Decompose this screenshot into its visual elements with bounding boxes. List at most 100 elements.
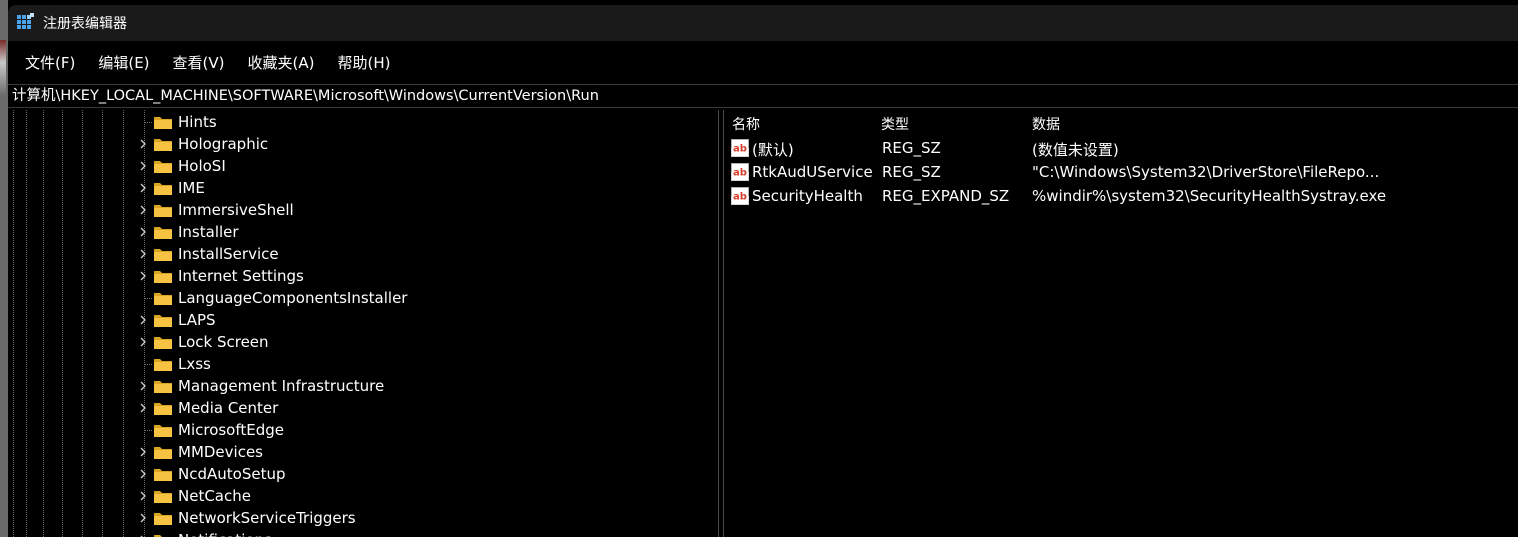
tree-item-label: MMDevices [178, 443, 263, 461]
folder-icon [153, 136, 173, 152]
string-value-icon: ab [731, 187, 749, 205]
svg-text:ab: ab [733, 144, 747, 155]
folder-icon [153, 444, 173, 460]
svg-text:ab: ab [733, 168, 747, 179]
tree-item-label: Notifications [178, 529, 272, 537]
chevron-right-icon[interactable] [138, 155, 148, 177]
folder-icon [153, 510, 173, 526]
key-tree-pane[interactable]: Hints Holographic HoloSI IME ImmersiveShell I… [8, 110, 718, 537]
tree-item-label: NetworkServiceTriggers [178, 509, 356, 527]
tree-item[interactable]: NcdAutoSetup [8, 463, 708, 485]
value-row[interactable]: ab SecurityHealth REG_EXPAND_SZ %windir%\sy… [724, 185, 1518, 209]
value-type: REG_SZ [882, 139, 941, 157]
value-row[interactable]: ab (默认) REG_SZ (数值未设置) [724, 137, 1518, 161]
menu-favorites[interactable]: 收藏夹(A) [242, 48, 321, 77]
chevron-right-icon[interactable] [138, 243, 148, 265]
folder-icon [153, 466, 173, 482]
desktop-edge [0, 0, 8, 537]
tree-item[interactable]: Notifications [8, 529, 708, 537]
value-data: %windir%\system32\SecurityHealthSystray.… [1032, 187, 1387, 205]
value-type: REG_SZ [882, 163, 941, 181]
folder-icon [153, 334, 173, 350]
string-value-icon: ab [731, 139, 749, 157]
value-name: (默认) [752, 141, 794, 159]
menu-view[interactable]: 查看(V) [167, 48, 231, 77]
folder-icon [153, 180, 173, 196]
folder-icon [153, 246, 173, 262]
chevron-right-icon[interactable] [138, 265, 148, 287]
folder-icon [153, 422, 173, 438]
folder-icon [153, 268, 173, 284]
column-header-data[interactable]: 数据 [1032, 114, 1060, 134]
folder-icon [153, 488, 173, 504]
value-name: RtkAudUService [752, 163, 873, 181]
value-data: (数值未设置) [1032, 141, 1119, 159]
chevron-right-icon[interactable] [138, 507, 148, 529]
tree-item[interactable]: Hints [8, 111, 708, 133]
tree-item[interactable]: LanguageComponentsInstaller [8, 287, 708, 309]
folder-icon [153, 532, 173, 537]
menu-help[interactable]: 帮助(H) [331, 48, 396, 77]
column-header-name[interactable]: 名称 [732, 114, 760, 134]
svg-text:ab: ab [733, 192, 747, 203]
tree-item[interactable]: IME [8, 177, 708, 199]
tree-item-label: ImmersiveShell [178, 201, 294, 219]
tree-item[interactable]: LAPS [8, 309, 708, 331]
folder-icon [153, 224, 173, 240]
value-name: SecurityHealth [752, 187, 863, 205]
address-bar[interactable]: 计算机\HKEY_LOCAL_MACHINE\SOFTWARE\Microsof… [8, 84, 1518, 108]
folder-icon [153, 202, 173, 218]
tree-item[interactable]: Management Infrastructure [8, 375, 708, 397]
chevron-right-icon[interactable] [138, 177, 148, 199]
menu-edit[interactable]: 编辑(E) [92, 48, 155, 77]
chevron-right-icon[interactable] [138, 397, 148, 419]
tree-item-label: Lxss [178, 355, 211, 373]
chevron-right-icon[interactable] [138, 485, 148, 507]
tree-item[interactable]: NetworkServiceTriggers [8, 507, 708, 529]
window-title: 注册表编辑器 [43, 16, 127, 32]
menu-file[interactable]: 文件(F) [19, 48, 81, 77]
folder-icon [153, 356, 173, 372]
folder-icon [153, 114, 173, 130]
tree-item-label: LanguageComponentsInstaller [178, 289, 408, 307]
chevron-right-icon[interactable] [138, 463, 148, 485]
chevron-right-icon[interactable] [138, 375, 148, 397]
tree-item[interactable]: HoloSI [8, 155, 708, 177]
column-header-type[interactable]: 类型 [881, 114, 909, 134]
tree-item-label: Lock Screen [178, 333, 269, 351]
tree-item[interactable]: MMDevices [8, 441, 708, 463]
tree-item[interactable]: Media Center [8, 397, 708, 419]
tree-item[interactable]: InstallService [8, 243, 708, 265]
tree-item[interactable]: Lock Screen [8, 331, 708, 353]
tree-item-label: NetCache [178, 487, 251, 505]
tree-item-label: IME [178, 179, 205, 197]
folder-icon [153, 378, 173, 394]
tree-item-label: Hints [178, 113, 217, 131]
tree-item-label: HoloSI [178, 157, 226, 175]
regedit-window: 注册表编辑器 文件(F) 编辑(E) 查看(V) 收藏夹(A) 帮助(H) 计算… [0, 0, 1518, 537]
value-type: REG_EXPAND_SZ [882, 187, 1010, 205]
chevron-right-icon[interactable] [138, 309, 148, 331]
tree-item[interactable]: NetCache [8, 485, 708, 507]
values-pane[interactable]: 名称 类型 数据 ab (默认) REG_SZ (数值未设置) ab RtkAudUSer… [724, 110, 1518, 537]
tree-item[interactable]: Lxss [8, 353, 708, 375]
chevron-right-icon[interactable] [138, 221, 148, 243]
chevron-right-icon[interactable] [138, 331, 148, 353]
tree-item[interactable]: Installer [8, 221, 708, 243]
title-bar[interactable]: 注册表编辑器 [8, 5, 1518, 41]
chevron-right-icon[interactable] [138, 133, 148, 155]
tree-item[interactable]: MicrosoftEdge [8, 419, 708, 441]
value-row[interactable]: ab RtkAudUService REG_SZ "C:\Windows\System… [724, 161, 1518, 185]
chevron-right-icon[interactable] [138, 199, 148, 221]
tree-item-label: MicrosoftEdge [178, 421, 285, 439]
tree-item-label: Installer [178, 223, 239, 241]
chevron-right-icon[interactable] [138, 529, 148, 537]
tree-item[interactable]: Holographic [8, 133, 708, 155]
tree-item[interactable]: Internet Settings [8, 265, 708, 287]
chevron-right-icon[interactable] [138, 441, 148, 463]
folder-icon [153, 290, 173, 306]
tree-item-label: Management Infrastructure [178, 377, 385, 395]
tree-item-label: LAPS [178, 311, 216, 329]
tree-item[interactable]: ImmersiveShell [8, 199, 708, 221]
regedit-app-icon [17, 12, 34, 32]
